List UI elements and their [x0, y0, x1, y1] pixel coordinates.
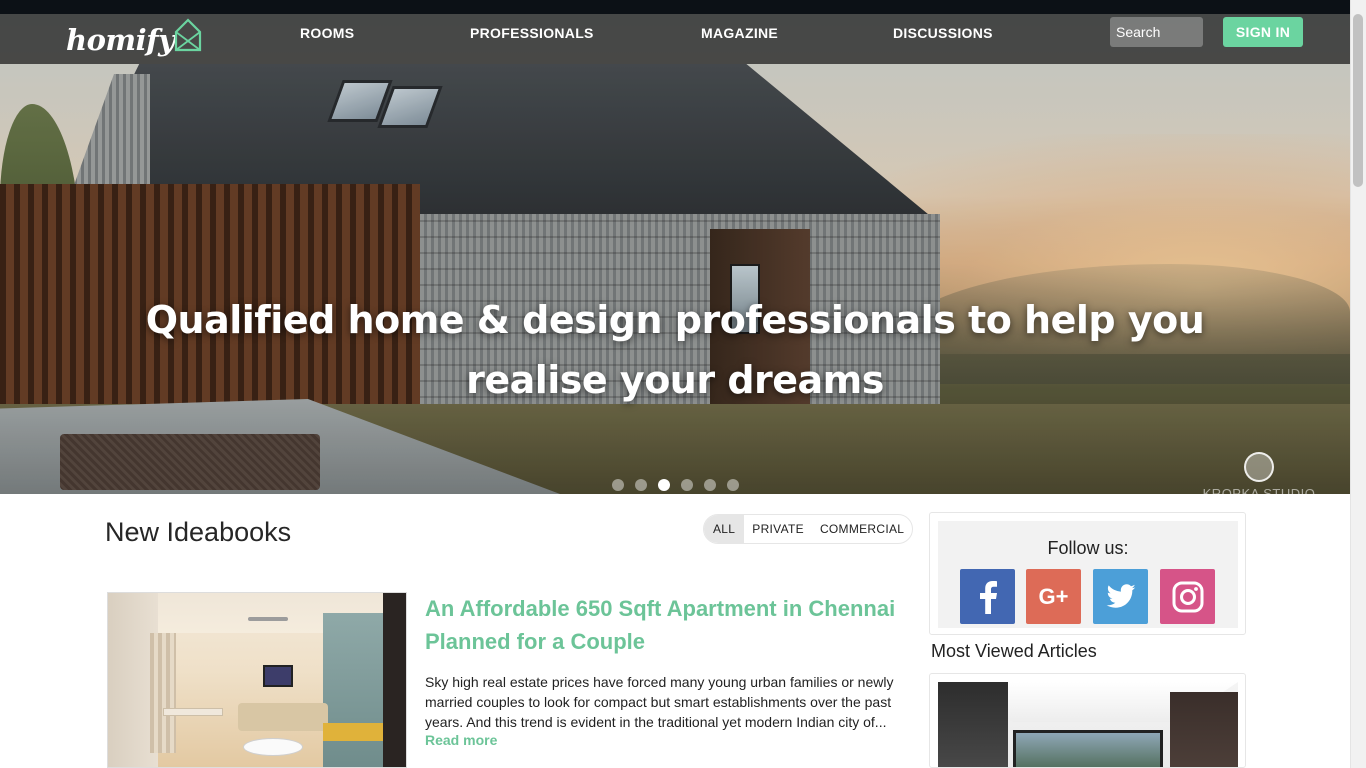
- filter-all[interactable]: ALL: [704, 515, 745, 543]
- homify-logo[interactable]: homify: [66, 18, 204, 58]
- filter-private[interactable]: PRIVATE: [744, 515, 812, 543]
- credit-avatar[interactable]: [1244, 452, 1274, 482]
- slider-dot[interactable]: [727, 479, 739, 491]
- top-navigation: homify ROOMS PROFESSIONALS MAGAZINE DISC…: [0, 14, 1350, 64]
- facebook-icon: [979, 580, 997, 614]
- twitter-button[interactable]: [1093, 569, 1148, 624]
- slider-dot-active[interactable]: [658, 479, 670, 491]
- follow-us-box: Follow us: G+: [929, 512, 1246, 635]
- slider-dot[interactable]: [635, 479, 647, 491]
- section-title: New Ideabooks: [105, 517, 292, 547]
- hero-headline: Qualified home & design professionals to…: [0, 290, 1350, 410]
- ideabook-filter-tabs: ALL PRIVATE COMMERCIAL: [703, 514, 914, 544]
- nav-rooms[interactable]: ROOMS: [300, 14, 354, 64]
- slider-dot[interactable]: [681, 479, 693, 491]
- instagram-button[interactable]: [1160, 569, 1215, 624]
- sign-in-button[interactable]: SIGN IN: [1223, 17, 1303, 47]
- most-viewed-thumbnail[interactable]: [938, 682, 1238, 767]
- most-viewed-card[interactable]: [929, 673, 1246, 768]
- slider-dot[interactable]: [704, 479, 716, 491]
- hero-headline-line2: realise your dreams: [466, 358, 884, 402]
- slider-dots: [612, 479, 739, 491]
- nav-discussions[interactable]: DISCUSSIONS: [893, 14, 993, 64]
- filter-commercial[interactable]: COMMERCIAL: [812, 515, 912, 543]
- search-input[interactable]: [1110, 17, 1203, 47]
- scrollbar-thumb[interactable]: [1353, 14, 1363, 187]
- house-logo-icon: [175, 18, 202, 52]
- hero-banner: Qualified home & design professionals to…: [0, 14, 1350, 494]
- article-thumbnail[interactable]: [107, 592, 407, 768]
- google-plus-button[interactable]: G+: [1026, 569, 1081, 624]
- google-plus-icon: G+: [1038, 583, 1069, 609]
- logo-text[interactable]: homify: [66, 23, 175, 57]
- page-scrollbar[interactable]: [1350, 0, 1366, 768]
- article-description: Sky high real estate prices have forced …: [425, 674, 894, 730]
- article-title[interactable]: An Affordable 650 Sqft Apartment in Chen…: [425, 592, 905, 658]
- twitter-icon: [1106, 583, 1135, 608]
- most-viewed-title: Most Viewed Articles: [931, 641, 1097, 661]
- read-more-link[interactable]: Read more: [425, 732, 497, 748]
- photo-credit-label[interactable]: KROPKA STUDIO: [1200, 486, 1318, 494]
- facebook-button[interactable]: [960, 569, 1015, 624]
- instagram-icon: [1172, 581, 1203, 612]
- photo-credit[interactable]: KROPKA STUDIO: [1200, 452, 1318, 494]
- nav-magazine[interactable]: MAGAZINE: [701, 14, 778, 64]
- follow-us-title: Follow us:: [1047, 538, 1129, 558]
- browser-top-strip: [0, 0, 1366, 14]
- hero-headline-line1: Qualified home & design professionals to…: [145, 298, 1205, 342]
- slider-dot[interactable]: [612, 479, 624, 491]
- nav-professionals[interactable]: PROFESSIONALS: [470, 14, 594, 64]
